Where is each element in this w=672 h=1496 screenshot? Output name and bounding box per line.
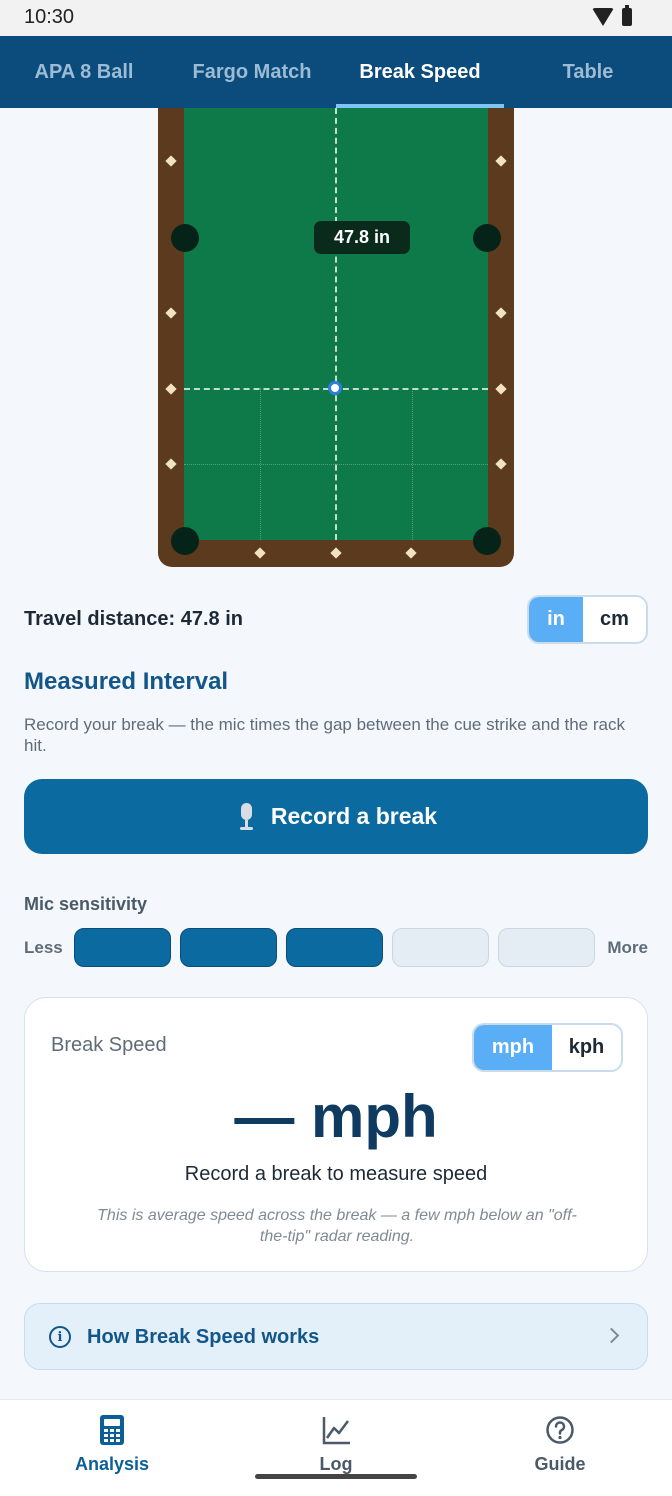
sensitivity-less-label: Less [24, 938, 63, 957]
break-speed-card: Break Speed mph kph — mph Record a break… [24, 997, 648, 1272]
pocket-corner-right [473, 527, 501, 555]
distance-label: 47.8 in [314, 221, 410, 254]
bottom-navigation: Analysis Log Guide [0, 1399, 672, 1496]
info-icon: i [49, 1326, 71, 1348]
nav-analysis[interactable]: Analysis [0, 1400, 224, 1496]
pool-table-diagram[interactable]: 47.8 in [158, 108, 514, 567]
microphone-icon [235, 802, 257, 831]
sensitivity-level-3[interactable] [286, 928, 383, 967]
travel-line [335, 108, 337, 540]
tab-fargo-match[interactable]: Fargo Match [168, 36, 336, 108]
speed-note: This is average speed across the break —… [97, 1207, 577, 1245]
pocket-corner-left [171, 527, 199, 555]
top-tab-bar: APA 8 Ball Fargo Match Break Speed Table [0, 36, 672, 108]
battery-icon [622, 5, 632, 26]
tab-table[interactable]: Table [504, 36, 672, 108]
section-description: Record your break — the mic times the ga… [24, 715, 625, 755]
chart-line-icon [322, 1417, 350, 1445]
speed-value: — mph [234, 1083, 438, 1150]
mic-sensitivity-control: Less More [24, 928, 648, 968]
help-circle-icon [546, 1416, 574, 1444]
unit-cm-button[interactable]: cm [583, 597, 646, 642]
sensitivity-level-2[interactable] [180, 928, 277, 967]
record-break-label: Record a break [270, 803, 438, 829]
speed-unit-toggle: mph kph [472, 1023, 623, 1072]
nav-analysis-label: Analysis [74, 1454, 150, 1474]
how-break-speed-works-label: How Break Speed works [87, 1326, 320, 1348]
nav-log-label: Log [319, 1454, 353, 1474]
calculator-icon [100, 1415, 124, 1445]
status-bar: 10:30 [0, 0, 672, 36]
table-felt: 47.8 in [184, 108, 488, 540]
nav-log[interactable]: Log [224, 1400, 448, 1496]
sensitivity-more-label: More [607, 938, 648, 957]
status-icons [592, 5, 632, 26]
status-time: 10:30 [24, 6, 75, 28]
sensitivity-level-4[interactable] [392, 928, 489, 967]
tab-apa-8-ball[interactable]: APA 8 Ball [0, 36, 168, 108]
sensitivity-level-1[interactable] [74, 928, 171, 967]
break-speed-label: Break Speed [51, 1034, 167, 1056]
record-break-button[interactable]: Record a break [24, 779, 648, 854]
tab-break-speed[interactable]: Break Speed [336, 36, 504, 108]
unit-mph-button[interactable]: mph [474, 1025, 552, 1070]
how-break-speed-works-row[interactable]: i How Break Speed works [24, 1303, 648, 1370]
distance-unit-toggle: in cm [527, 595, 648, 644]
travel-distance: Travel distance: 47.8 in [24, 608, 243, 630]
unit-in-button[interactable]: in [529, 597, 583, 642]
pocket-side-right [473, 224, 501, 252]
unit-kph-button[interactable]: kph [552, 1025, 621, 1070]
wifi-icon [592, 8, 614, 26]
nav-guide-label: Guide [534, 1454, 586, 1474]
sensitivity-level-5[interactable] [498, 928, 595, 967]
cue-ball-marker[interactable] [328, 381, 342, 395]
mic-sensitivity-title: Mic sensitivity [24, 894, 148, 914]
pocket-side-left [171, 224, 199, 252]
home-indicator [255, 1474, 417, 1479]
nav-guide[interactable]: Guide [448, 1400, 672, 1496]
chevron-right-icon [603, 1327, 620, 1344]
section-title: Measured Interval [24, 668, 229, 695]
speed-message: Record a break to measure speed [184, 1163, 488, 1185]
